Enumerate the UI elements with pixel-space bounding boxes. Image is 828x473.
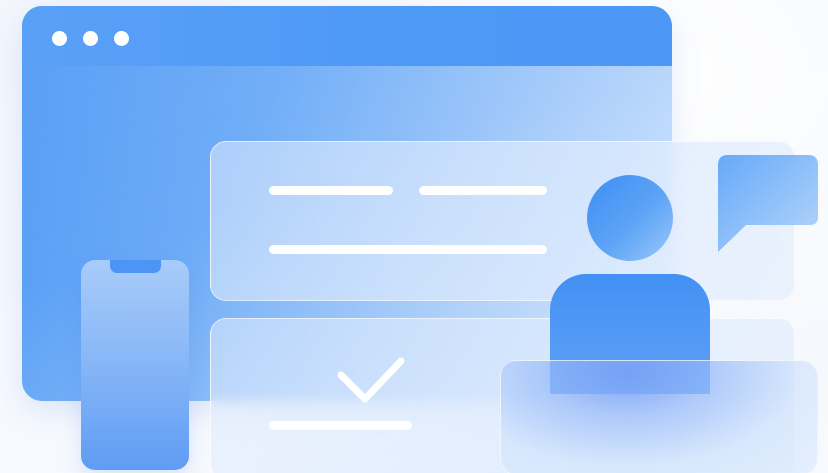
- illustration-canvas: [0, 0, 828, 473]
- window-control-dot: [83, 31, 98, 46]
- check-icon: [337, 357, 405, 403]
- person-icon: [587, 175, 673, 261]
- window-control-dot: [114, 31, 129, 46]
- chat-bubble-icon: [718, 155, 818, 252]
- desk-panel: [500, 360, 818, 473]
- window-control-dot: [52, 31, 67, 46]
- placeholder-text-line: [269, 245, 547, 254]
- placeholder-text-line: [419, 186, 547, 195]
- browser-title-bar: [22, 6, 672, 66]
- placeholder-text-line: [269, 186, 393, 195]
- placeholder-text-line: [269, 421, 412, 430]
- message-card: [210, 141, 795, 301]
- phone-illustration: [81, 260, 189, 470]
- phone-notch: [110, 260, 161, 273]
